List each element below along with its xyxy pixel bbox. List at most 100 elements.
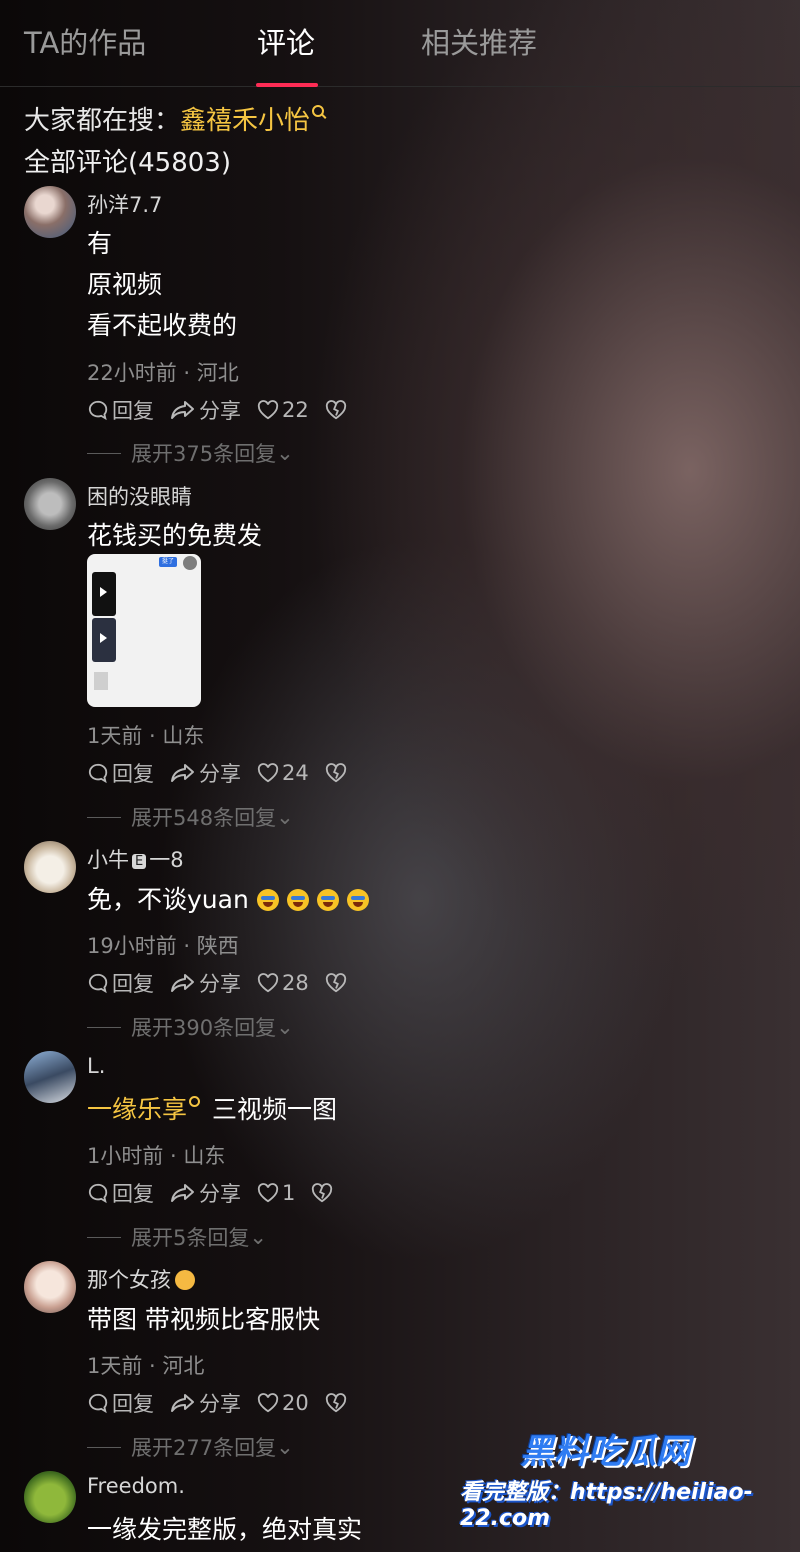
comment-meta: 19小时前 · 陕西 bbox=[87, 934, 239, 958]
comment-text: 带图 带视频比客服快 bbox=[87, 1305, 320, 1334]
like-count: 24 bbox=[282, 761, 309, 785]
search-icon bbox=[312, 105, 325, 117]
reply-icon bbox=[88, 400, 108, 421]
like-count: 1 bbox=[282, 1181, 296, 1205]
reply-button[interactable]: 回复 bbox=[87, 1178, 154, 1208]
share-icon bbox=[171, 764, 194, 782]
qr-code-image bbox=[94, 672, 108, 690]
tab-bar: TA的作品 评论 相关推荐 bbox=[0, 0, 800, 87]
expand-replies-button[interactable]: 展开277条回复 ⌄ bbox=[87, 1432, 294, 1462]
dislike-button[interactable] bbox=[325, 973, 350, 993]
share-icon bbox=[171, 401, 194, 419]
share-button[interactable]: 分享 bbox=[170, 1178, 241, 1208]
heart-icon bbox=[257, 400, 279, 420]
avatar[interactable] bbox=[24, 1051, 76, 1103]
broken-heart-icon bbox=[325, 973, 346, 993]
chevron-down-icon: ⌄ bbox=[276, 805, 294, 829]
expand-replies-button[interactable]: 展开548条回复 ⌄ bbox=[87, 802, 294, 832]
tab-related[interactable]: 相关推荐 bbox=[421, 20, 537, 62]
comment-line: 原视频 bbox=[87, 270, 163, 299]
share-button[interactable]: 分享 bbox=[170, 758, 241, 788]
video-thumb bbox=[92, 618, 116, 662]
comment-actions: 回复 分享 1 bbox=[87, 1178, 352, 1208]
image-avatar bbox=[183, 556, 197, 570]
comment-actions: 回复 分享 20 bbox=[87, 1388, 366, 1418]
comment-actions: 回复 分享 24 bbox=[87, 758, 366, 788]
active-tab-indicator bbox=[256, 83, 318, 87]
broken-heart-icon bbox=[325, 400, 346, 420]
like-count: 22 bbox=[282, 398, 309, 422]
share-button[interactable]: 分享 bbox=[170, 1388, 241, 1418]
play-icon bbox=[100, 633, 107, 643]
reply-icon bbox=[88, 1183, 108, 1204]
search-suggestion: 大家都在搜：鑫禧禾小怡 bbox=[24, 100, 325, 137]
comment-text: 花钱买的免费发 bbox=[87, 521, 263, 550]
reply-icon bbox=[88, 763, 108, 784]
comment-text: 免，不谈yuan bbox=[87, 879, 369, 920]
reply-button[interactable]: 回复 bbox=[87, 758, 154, 788]
like-button[interactable]: 1 bbox=[257, 1181, 295, 1205]
avatar[interactable] bbox=[24, 186, 76, 238]
comment-text: 一缘乐享 三视频一图 bbox=[87, 1095, 338, 1124]
share-button[interactable]: 分享 bbox=[170, 395, 241, 425]
username[interactable]: 孙洋7.7 bbox=[87, 189, 162, 219]
comment-count: 全部评论(45803) bbox=[24, 148, 231, 178]
comment-line: 看不起收费的 bbox=[87, 311, 238, 340]
chevron-down-icon: ⌄ bbox=[276, 441, 294, 465]
broken-heart-icon bbox=[325, 763, 346, 783]
comment-meta: 1天前 · 山东 bbox=[87, 724, 205, 748]
like-button[interactable]: 22 bbox=[257, 398, 309, 422]
dislike-button[interactable] bbox=[325, 400, 350, 420]
dislike-button[interactable] bbox=[325, 763, 350, 783]
share-icon bbox=[171, 1184, 194, 1202]
avatar[interactable] bbox=[24, 1261, 76, 1313]
image-badge: 挺了 bbox=[159, 557, 177, 567]
heart-icon bbox=[257, 763, 279, 783]
expand-replies-button[interactable]: 展开375条回复 ⌄ bbox=[87, 438, 294, 468]
search-keyword-link[interactable]: 鑫禧禾小怡 bbox=[180, 106, 310, 136]
like-count: 28 bbox=[282, 971, 309, 995]
reply-button[interactable]: 回复 bbox=[87, 1388, 154, 1418]
username[interactable]: 困的没眼睛 bbox=[87, 481, 192, 511]
heart-icon bbox=[257, 1183, 279, 1203]
like-button[interactable]: 24 bbox=[257, 761, 309, 785]
comment-image[interactable]: 挺了 bbox=[87, 554, 201, 707]
username[interactable]: L. bbox=[87, 1054, 105, 1078]
comment-actions: 回复 分享 22 bbox=[87, 395, 366, 425]
search-icon bbox=[189, 1096, 201, 1107]
avatar[interactable] bbox=[24, 1471, 76, 1523]
reply-button[interactable]: 回复 bbox=[87, 395, 154, 425]
mention-link[interactable]: 一缘乐享 bbox=[87, 1095, 187, 1124]
expand-replies-button[interactable]: 展开390条回复 ⌄ bbox=[87, 1012, 294, 1042]
user-badge: E bbox=[132, 854, 147, 869]
like-count: 20 bbox=[282, 1391, 309, 1415]
broken-heart-icon bbox=[312, 1183, 333, 1203]
heart-icon bbox=[257, 973, 279, 993]
dislike-button[interactable] bbox=[325, 1393, 350, 1413]
chevron-down-icon: ⌄ bbox=[249, 1225, 267, 1249]
tab-works[interactable]: TA的作品 bbox=[24, 20, 146, 62]
like-button[interactable]: 20 bbox=[257, 1391, 309, 1415]
reply-button[interactable]: 回复 bbox=[87, 968, 154, 998]
avatar[interactable] bbox=[24, 478, 76, 530]
username[interactable]: 那个女孩 bbox=[87, 1264, 195, 1294]
comment-actions: 回复 分享 28 bbox=[87, 968, 366, 998]
video-thumb bbox=[92, 572, 116, 616]
heart-icon bbox=[257, 1393, 279, 1413]
comment-text: 有 原视频 看不起收费的 bbox=[87, 223, 237, 346]
avatar[interactable] bbox=[24, 841, 76, 893]
reply-icon bbox=[88, 1393, 108, 1414]
expand-replies-button[interactable]: 展开5条回复 ⌄ bbox=[87, 1222, 267, 1252]
girl-emoji bbox=[175, 1270, 195, 1290]
tab-comments[interactable]: 评论 bbox=[257, 20, 315, 62]
watermark-title: 黑料吃瓜网 bbox=[520, 1432, 690, 1472]
share-icon bbox=[171, 1394, 194, 1412]
username[interactable]: Freedom. bbox=[87, 1474, 185, 1498]
broken-heart-icon bbox=[325, 1393, 346, 1413]
username[interactable]: 小牛 E 一8 bbox=[87, 844, 184, 874]
search-prefix: 大家都在搜： bbox=[24, 106, 181, 136]
dislike-button[interactable] bbox=[311, 1183, 336, 1203]
share-button[interactable]: 分享 bbox=[170, 968, 241, 998]
like-button[interactable]: 28 bbox=[257, 971, 309, 995]
chevron-down-icon: ⌄ bbox=[276, 1015, 294, 1039]
